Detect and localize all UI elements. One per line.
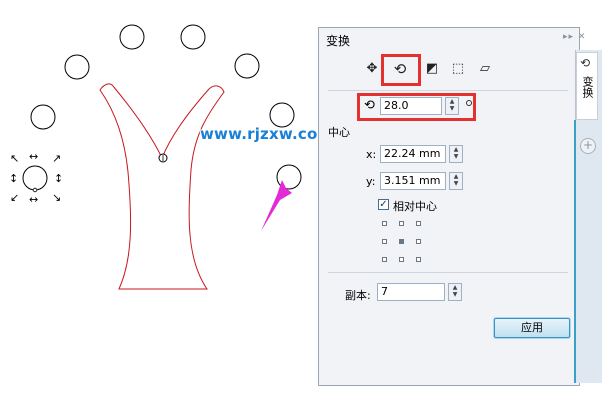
svg-text:↕: ↕ [9, 172, 18, 185]
add-docker-icon[interactable]: + [580, 138, 596, 154]
apply-button[interactable]: 应用 [494, 318, 570, 338]
copy-circle[interactable] [64, 54, 90, 80]
selected-circle[interactable]: ↖ ↔ ↗ ↕ ↕ ↙ ↔ ↘ [9, 150, 63, 206]
copies-input[interactable]: 7 [377, 283, 445, 301]
y-input[interactable]: 3.151 mm [380, 172, 446, 190]
x-label: x: [366, 148, 377, 161]
size-tool-icon[interactable]: ⬚ [449, 60, 467, 78]
y-spinner[interactable]: ▲ ▼ [449, 172, 463, 190]
skew-tool-icon[interactable]: ▱ [476, 60, 494, 78]
relative-center-label: 相对中心 [393, 200, 437, 213]
angle-input[interactable]: 28.0 [380, 97, 442, 115]
panel-title: 变换 [326, 34, 351, 48]
svg-text:↘: ↘ [52, 191, 61, 204]
svg-text:↔: ↔ [29, 150, 38, 163]
svg-text:↖: ↖ [10, 152, 19, 165]
sidebar-accent [574, 120, 576, 383]
copies-spinner[interactable]: ▲ ▼ [448, 283, 462, 301]
degree-symbol [466, 100, 472, 106]
watermark-text: www.rjzxw.com [200, 125, 334, 143]
mirror-tool-icon[interactable]: ◩ [423, 60, 441, 78]
panel-window-controls[interactable]: ▸▸ ✕ [563, 32, 586, 42]
angle-spinner[interactable]: ▲ ▼ [445, 97, 459, 115]
rotate-angle-icon: ⟲ [364, 98, 375, 113]
center-section-label: 中心 [328, 126, 350, 139]
copy-circle[interactable] [119, 24, 145, 50]
position-tool-icon[interactable]: ✥ [363, 60, 381, 78]
copies-label: 副本: [345, 289, 371, 302]
y-label: y: [366, 175, 376, 188]
separator [328, 272, 568, 273]
separator [328, 90, 568, 91]
rotate-tool-highlight [381, 54, 421, 86]
copy-circle[interactable] [30, 104, 56, 130]
svg-text:↙: ↙ [10, 191, 19, 204]
copy-circle[interactable] [180, 24, 206, 50]
sidebar-tab-label: 变换 [581, 76, 594, 98]
x-spinner[interactable]: ▲ ▼ [449, 145, 463, 163]
copy-circle[interactable] [269, 102, 295, 128]
x-input[interactable]: 22.24 mm [380, 145, 446, 163]
svg-text:↔: ↔ [29, 193, 38, 206]
svg-text:↕: ↕ [54, 172, 63, 185]
transform-tab-icon: ⟲ [580, 56, 591, 70]
svg-text:↗: ↗ [52, 152, 61, 165]
copy-circle[interactable] [234, 53, 260, 79]
relative-center-checkbox[interactable]: ✓ [378, 199, 389, 210]
tree-shape[interactable] [99, 83, 225, 290]
